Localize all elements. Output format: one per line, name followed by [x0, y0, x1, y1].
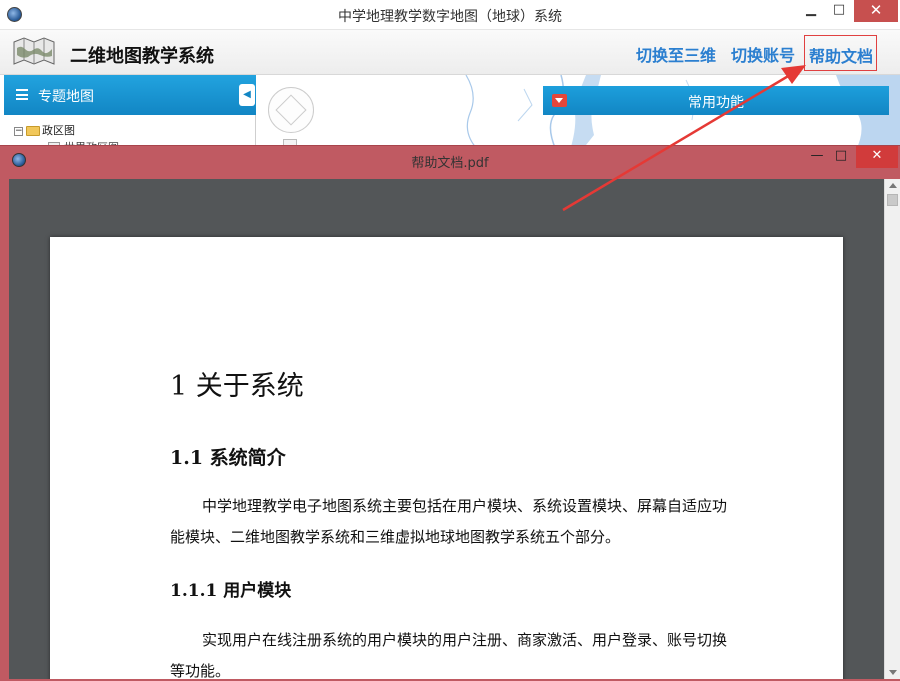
switch-3d-link[interactable]: 切换至三维: [636, 42, 716, 66]
pdf-window-titlebar: 帮助文档.pdf — □ ✕: [0, 146, 900, 176]
pdf-viewer-window: 帮助文档.pdf — □ ✕ 1 关于系统 1.1 系统简介 中学地理教学电子地…: [0, 145, 900, 681]
scroll-thumb[interactable]: [887, 194, 898, 206]
main-close-button[interactable]: ✕: [854, 0, 898, 22]
common-functions-title: 常用功能: [688, 95, 744, 111]
tree-expander-icon[interactable]: −: [14, 126, 23, 136]
doc-heading-2: 1.1 系统简介: [170, 447, 286, 469]
thematic-map-sidebar: 专题地图 ◀ −政区图 世界政区图: [4, 75, 256, 154]
pdf-minimize-button[interactable]: —: [806, 146, 828, 168]
pdf-scrollbar[interactable]: [884, 179, 900, 679]
map-logo-icon: [13, 37, 55, 65]
help-doc-link[interactable]: 帮助文档: [804, 35, 877, 71]
folder-icon: [26, 126, 40, 136]
doc-heading-3: 1.1.1 用户模块: [170, 581, 292, 601]
main-window-title: 中学地理教学数字地图（地球）系统: [338, 9, 562, 25]
main-maximize-button[interactable]: □: [826, 0, 852, 22]
pdf-page: 1 关于系统 1.1 系统简介 中学地理教学电子地图系统主要包括在用户模块、系统…: [50, 237, 843, 679]
scroll-down-icon[interactable]: [889, 670, 897, 675]
pdf-window-title: 帮助文档.pdf: [411, 156, 489, 171]
list-icon: [16, 89, 28, 100]
sidebar-title: 专题地图: [38, 89, 94, 105]
main-window-titlebar: 中学地理教学数字地图（地球）系统 ▁ □ ✕: [0, 0, 900, 30]
pdf-viewport[interactable]: 1 关于系统 1.1 系统简介 中学地理教学电子地图系统主要包括在用户模块、系统…: [9, 179, 884, 679]
main-minimize-button[interactable]: ▁: [798, 0, 824, 22]
common-functions-panel[interactable]: 常用功能: [543, 86, 889, 115]
sidebar-collapse-button[interactable]: ◀: [239, 84, 255, 106]
doc-paragraph: 中学地理教学电子地图系统主要包括在用户模块、系统设置模块、屏幕自适应功能模块、二…: [170, 497, 728, 546]
doc-paragraph: 实现用户在线注册系统的用户模块的用户注册、商家激活、用户登录、账号切换等功能。: [170, 631, 728, 679]
tree-item-political[interactable]: − 政区图: [14, 122, 75, 138]
app-name: 二维地图教学系统: [70, 46, 214, 67]
switch-account-link[interactable]: 切换账号: [731, 42, 795, 66]
map-pan-control[interactable]: [268, 87, 314, 133]
sidebar-header: 专题地图 ◀: [4, 75, 256, 115]
scroll-up-icon[interactable]: [889, 183, 897, 188]
doc-heading-1: 1 关于系统: [170, 371, 304, 402]
pdf-close-button[interactable]: ✕: [856, 146, 898, 168]
pan-ring: [275, 94, 307, 126]
app-header: 二维地图教学系统 切换至三维 切换账号 帮助文档: [0, 30, 900, 75]
pdf-maximize-button[interactable]: □: [830, 146, 852, 168]
tree-item-label: 政区图: [42, 124, 75, 137]
